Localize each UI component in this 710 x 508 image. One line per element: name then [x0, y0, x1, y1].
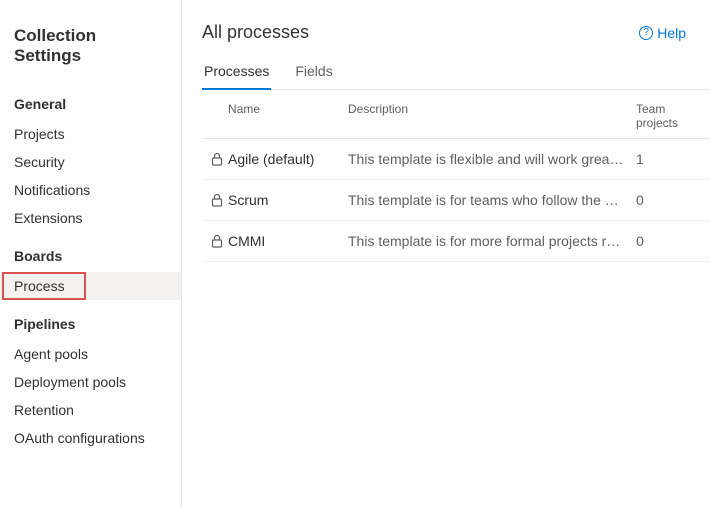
process-name: Agile (default) [228, 151, 348, 167]
column-description[interactable]: Description [348, 102, 636, 130]
sidebar-item-label: Process [14, 278, 65, 294]
table-header: Name Description Team projects [202, 90, 710, 139]
lock-icon [206, 152, 228, 166]
table-row[interactable]: Scrum This template is for teams who fol… [202, 180, 710, 221]
sidebar-title: Collection Settings [0, 20, 181, 80]
section-boards-label: Boards [0, 240, 181, 272]
sidebar-item-retention[interactable]: Retention [0, 396, 181, 424]
process-team-count: 0 [636, 192, 706, 208]
section-general-label: General [0, 88, 181, 120]
column-team-projects[interactable]: Team projects [636, 102, 706, 130]
lock-icon [206, 193, 228, 207]
page-title: All processes [202, 22, 309, 43]
sidebar-item-oauth-configurations[interactable]: OAuth configurations [0, 424, 181, 452]
tabs: Processes Fields [202, 57, 710, 90]
table-row[interactable]: CMMI This template is for more formal pr… [202, 221, 710, 262]
header-row: All processes ? Help [202, 22, 710, 43]
tab-processes[interactable]: Processes [202, 57, 271, 89]
process-description: This template is for more formal project… [348, 233, 636, 249]
sidebar-item-deployment-pools[interactable]: Deployment pools [0, 368, 181, 396]
lock-icon [206, 234, 228, 248]
sidebar-item-extensions[interactable]: Extensions [0, 204, 181, 232]
process-description: This template is flexible and will work … [348, 151, 636, 167]
section-pipelines-label: Pipelines [0, 308, 181, 340]
table-row[interactable]: Agile (default) This template is flexibl… [202, 139, 710, 180]
process-team-count: 1 [636, 151, 706, 167]
process-team-count: 0 [636, 233, 706, 249]
help-icon: ? [639, 26, 653, 40]
column-name[interactable]: Name [228, 102, 348, 130]
sidebar-item-notifications[interactable]: Notifications [0, 176, 181, 204]
sidebar-item-agent-pools[interactable]: Agent pools [0, 340, 181, 368]
sidebar-item-projects[interactable]: Projects [0, 120, 181, 148]
tab-fields[interactable]: Fields [293, 57, 334, 89]
process-description: This template is for teams who follow th… [348, 192, 636, 208]
main-content: All processes ? Help Processes Fields Na… [182, 0, 710, 508]
help-link[interactable]: ? Help [639, 25, 686, 41]
sidebar-item-process[interactable]: Process [0, 272, 181, 300]
process-name: Scrum [228, 192, 348, 208]
help-label: Help [657, 25, 686, 41]
process-name: CMMI [228, 233, 348, 249]
sidebar-item-security[interactable]: Security [0, 148, 181, 176]
sidebar: Collection Settings General Projects Sec… [0, 0, 182, 508]
